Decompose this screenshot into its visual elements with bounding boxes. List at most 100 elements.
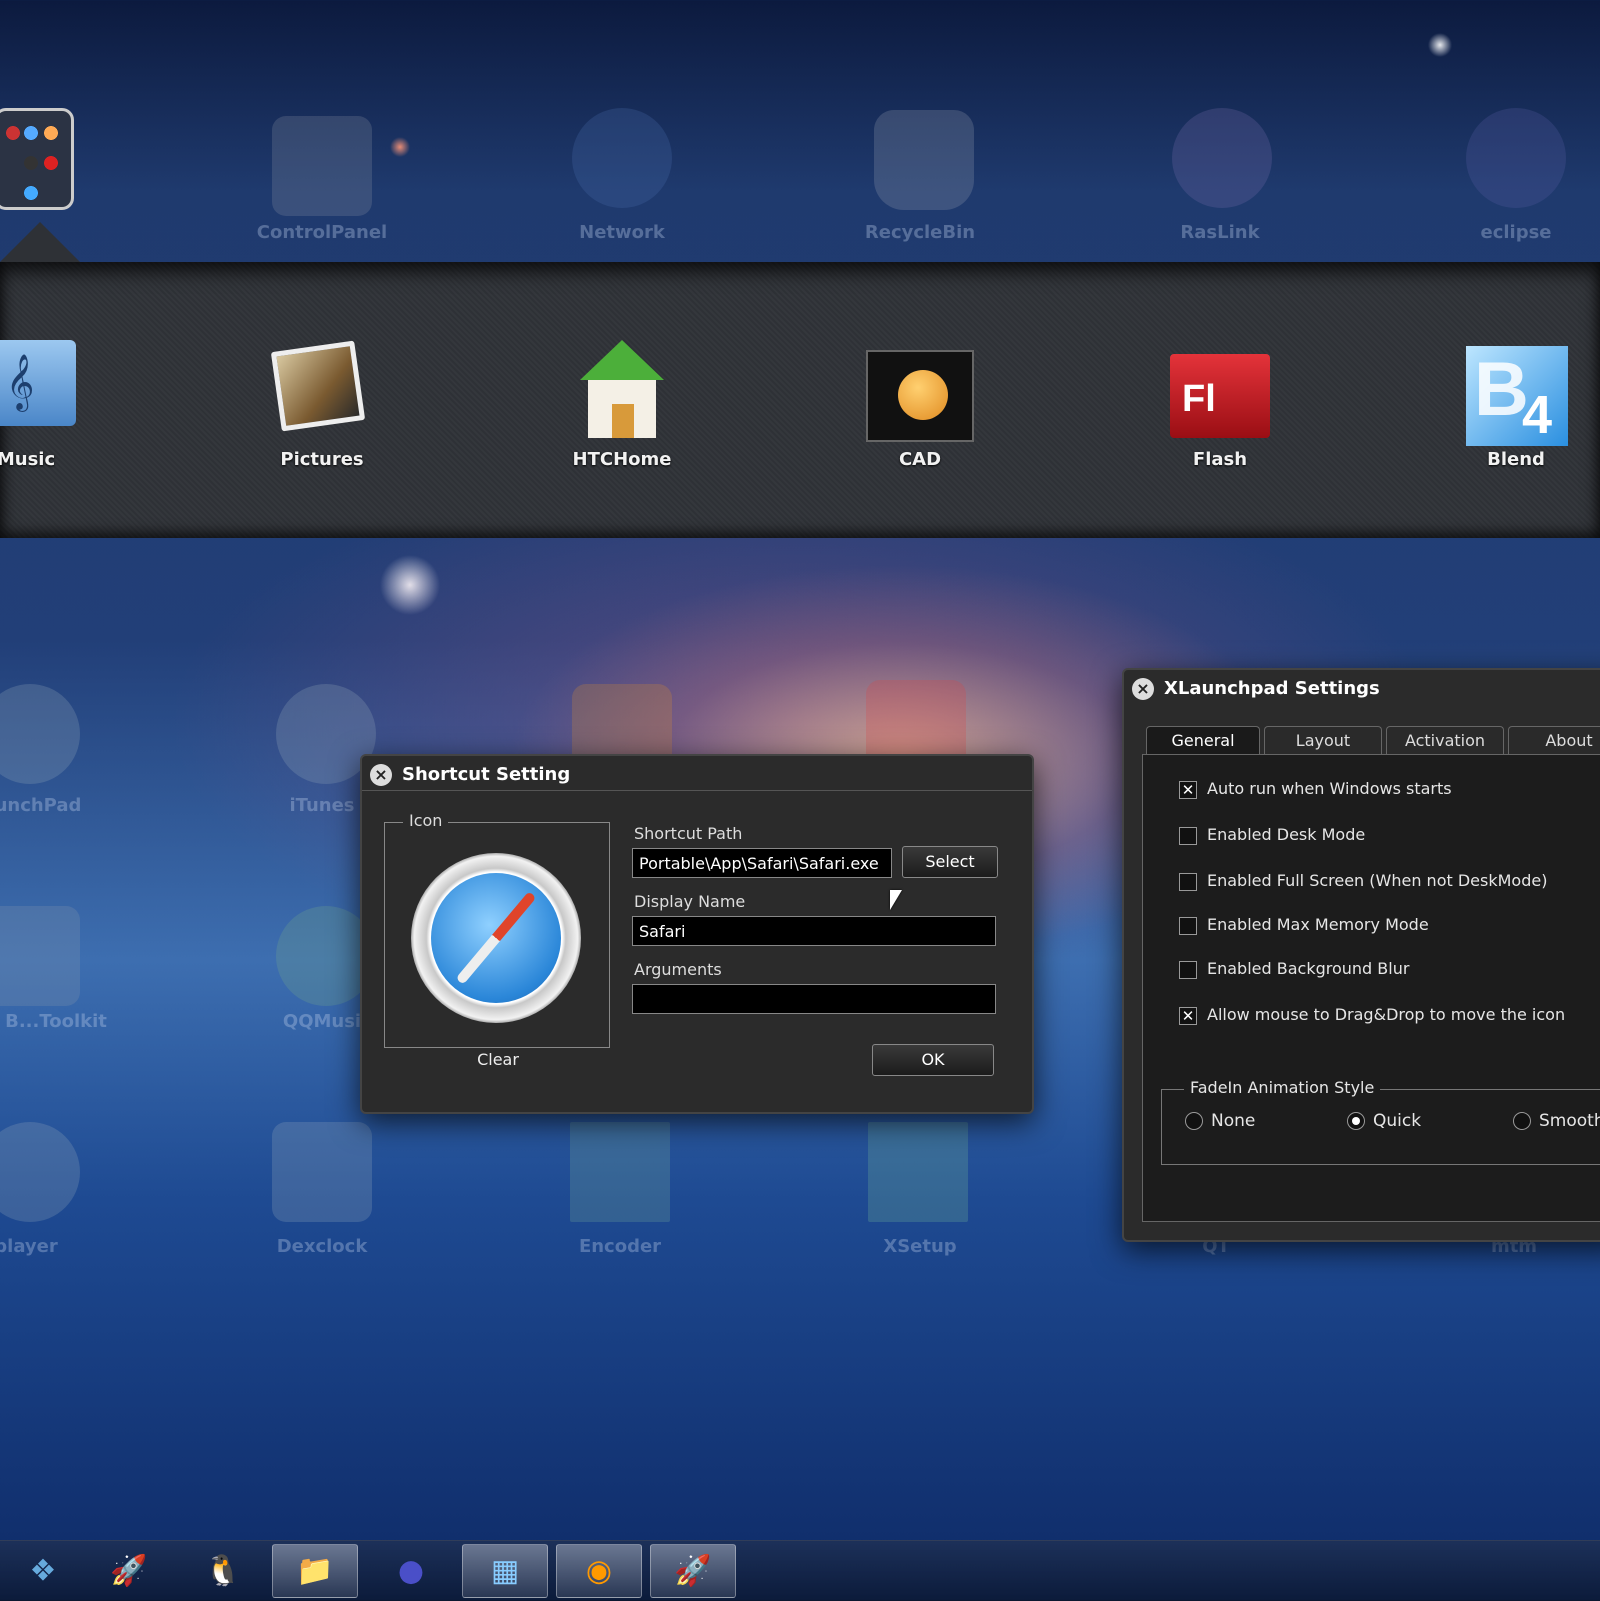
- house-roof: [580, 340, 664, 380]
- app-label: player: [0, 1236, 58, 1257]
- task-glyph: 🚀: [110, 1553, 148, 1589]
- link-icon[interactable]: [1172, 108, 1272, 208]
- radio-smooth-button[interactable]: [1513, 1112, 1531, 1130]
- shortcut-path-label: Shortcut Path: [634, 824, 743, 843]
- blend-4-glyph: 4: [1522, 385, 1553, 445]
- option-desk-mode[interactable]: Enabled Desk Mode: [1179, 825, 1365, 847]
- option-background-blur[interactable]: Enabled Background Blur: [1179, 959, 1409, 981]
- close-icon[interactable]: ×: [1132, 678, 1154, 700]
- cad-icon[interactable]: [866, 350, 974, 442]
- option-auto-run[interactable]: ✕ Auto run when Windows starts: [1179, 779, 1452, 801]
- task-glyph: ●: [397, 1553, 425, 1589]
- app-label: B...Toolkit: [5, 1011, 107, 1032]
- app-label: ControlPanel: [256, 222, 388, 243]
- mouse-cursor-icon: [890, 890, 902, 910]
- qq-penguin-icon[interactable]: 🐧: [180, 1544, 266, 1598]
- music-folder-icon[interactable]: 𝄞: [0, 340, 76, 426]
- explorer-folder-icon[interactable]: 📁: [272, 1544, 358, 1598]
- ok-button[interactable]: OK: [872, 1044, 994, 1076]
- shelf-notch: [0, 222, 80, 262]
- safari-compass-icon[interactable]: [411, 853, 581, 1023]
- desk-mode-checkbox[interactable]: [1179, 826, 1197, 845]
- app-label: Dexclock: [276, 1236, 368, 1257]
- trash-icon[interactable]: [874, 110, 974, 210]
- radio-quick-button[interactable]: [1347, 1112, 1365, 1130]
- toolkit-icon[interactable]: [0, 906, 80, 1006]
- xsetup-icon[interactable]: [868, 1122, 968, 1222]
- flash-fl-glyph: Fl: [1182, 378, 1216, 420]
- blend-icon[interactable]: B 4: [1466, 346, 1568, 446]
- app-label: Pictures: [280, 449, 364, 470]
- tab-layout[interactable]: Layout: [1264, 726, 1382, 755]
- app-label: HTCHome: [572, 449, 672, 470]
- task-glyph: 🚀: [674, 1553, 712, 1589]
- shortcut-path-input[interactable]: [632, 848, 892, 878]
- option-full-screen[interactable]: Enabled Full Screen (When not DeskMode): [1179, 871, 1547, 893]
- option-label: Enabled Desk Mode: [1207, 825, 1366, 844]
- full-screen-checkbox[interactable]: [1179, 872, 1197, 891]
- eclipse-icon[interactable]: [1466, 108, 1566, 208]
- app-label: Music: [0, 449, 56, 470]
- arguments-label: Arguments: [634, 960, 722, 979]
- radio-label: Smooth: [1539, 1111, 1600, 1131]
- clock-icon[interactable]: [272, 1122, 372, 1222]
- option-label: Auto run when Windows starts: [1207, 779, 1452, 798]
- drag-drop-checkbox[interactable]: ✕: [1179, 1006, 1197, 1025]
- tab-general[interactable]: General: [1146, 726, 1260, 755]
- flash-icon[interactable]: Fl: [1170, 354, 1270, 438]
- folder-shelf: 𝄞 Music Pictures HTCHome CAD Fl Flash B …: [0, 262, 1600, 538]
- blend-b4-glyph: B: [1474, 347, 1529, 432]
- close-icon[interactable]: ×: [370, 764, 392, 786]
- task-glyph: ▦: [490, 1553, 520, 1589]
- rocket-icon[interactable]: 🚀: [86, 1544, 172, 1598]
- radio-none[interactable]: None: [1185, 1111, 1255, 1131]
- tab-about[interactable]: About: [1508, 726, 1600, 755]
- windows-start-icon[interactable]: ❖: [0, 1544, 86, 1598]
- app-label: Blend: [1487, 449, 1545, 470]
- option-max-memory[interactable]: Enabled Max Memory Mode: [1179, 915, 1429, 937]
- option-label: Enabled Background Blur: [1207, 959, 1410, 978]
- option-label: Enabled Full Screen (When not DeskMode): [1207, 871, 1548, 890]
- pictures-icon[interactable]: [270, 340, 366, 432]
- radio-label: Quick: [1373, 1111, 1422, 1131]
- house-door: [612, 404, 634, 438]
- arguments-input[interactable]: [632, 984, 996, 1014]
- clear-button[interactable]: Clear: [462, 1050, 534, 1069]
- select-button[interactable]: Select: [902, 846, 998, 878]
- radio-none-button[interactable]: [1185, 1112, 1203, 1130]
- radio-smooth[interactable]: Smooth: [1513, 1111, 1600, 1131]
- radio-label: None: [1211, 1111, 1256, 1131]
- option-drag-drop[interactable]: ✕ Allow mouse to Drag&Drop to move the ic…: [1179, 1005, 1565, 1027]
- taskbar: ❖ 🚀 🐧 📁 ● ▦ ◉ 🚀: [0, 1540, 1600, 1601]
- shortcut-setting-dialog: × Shortcut Setting Icon Clear Shortcut P…: [360, 754, 1034, 1114]
- control-panel-icon[interactable]: [272, 116, 372, 216]
- radio-quick[interactable]: Quick: [1347, 1111, 1421, 1131]
- task-glyph: ◉: [585, 1553, 613, 1589]
- control-panel-icon[interactable]: ▦: [462, 1544, 548, 1598]
- globe-icon[interactable]: [572, 108, 672, 208]
- icon-group: Icon: [384, 811, 610, 1048]
- background-blur-checkbox[interactable]: [1179, 960, 1197, 979]
- app-label: unchPad: [0, 795, 82, 816]
- max-memory-checkbox[interactable]: [1179, 916, 1197, 935]
- icon-group-label: Icon: [403, 811, 449, 830]
- auto-run-checkbox[interactable]: ✕: [1179, 780, 1197, 799]
- general-panel: ✕ Auto run when Windows starts Enabled De…: [1142, 754, 1600, 1222]
- dialog-title: XLaunchpad Settings: [1164, 678, 1380, 699]
- launchpad-icon[interactable]: [0, 684, 80, 784]
- xlaunchpad-settings-dialog: × XLaunchpad Settings General Layout Act…: [1122, 668, 1600, 1242]
- display-name-label: Display Name: [634, 892, 746, 911]
- launchpad-rocket-icon[interactable]: 🚀: [650, 1544, 736, 1598]
- display-name-input[interactable]: [632, 916, 996, 946]
- media-player-icon[interactable]: ◉: [556, 1544, 642, 1598]
- eclipse-icon[interactable]: ●: [368, 1544, 454, 1598]
- encoder-icon[interactable]: [570, 1122, 670, 1222]
- player-icon[interactable]: [0, 1122, 80, 1222]
- app-label: CAD: [898, 449, 942, 470]
- tab-activation[interactable]: Activation: [1386, 726, 1504, 755]
- option-label: Allow mouse to Drag&Drop to move the ico…: [1207, 1005, 1566, 1024]
- launchpad-folder-icon[interactable]: [0, 108, 74, 210]
- house-icon[interactable]: [580, 340, 664, 440]
- dialog-title: Shortcut Setting: [402, 764, 571, 785]
- task-glyph: 📁: [296, 1553, 334, 1589]
